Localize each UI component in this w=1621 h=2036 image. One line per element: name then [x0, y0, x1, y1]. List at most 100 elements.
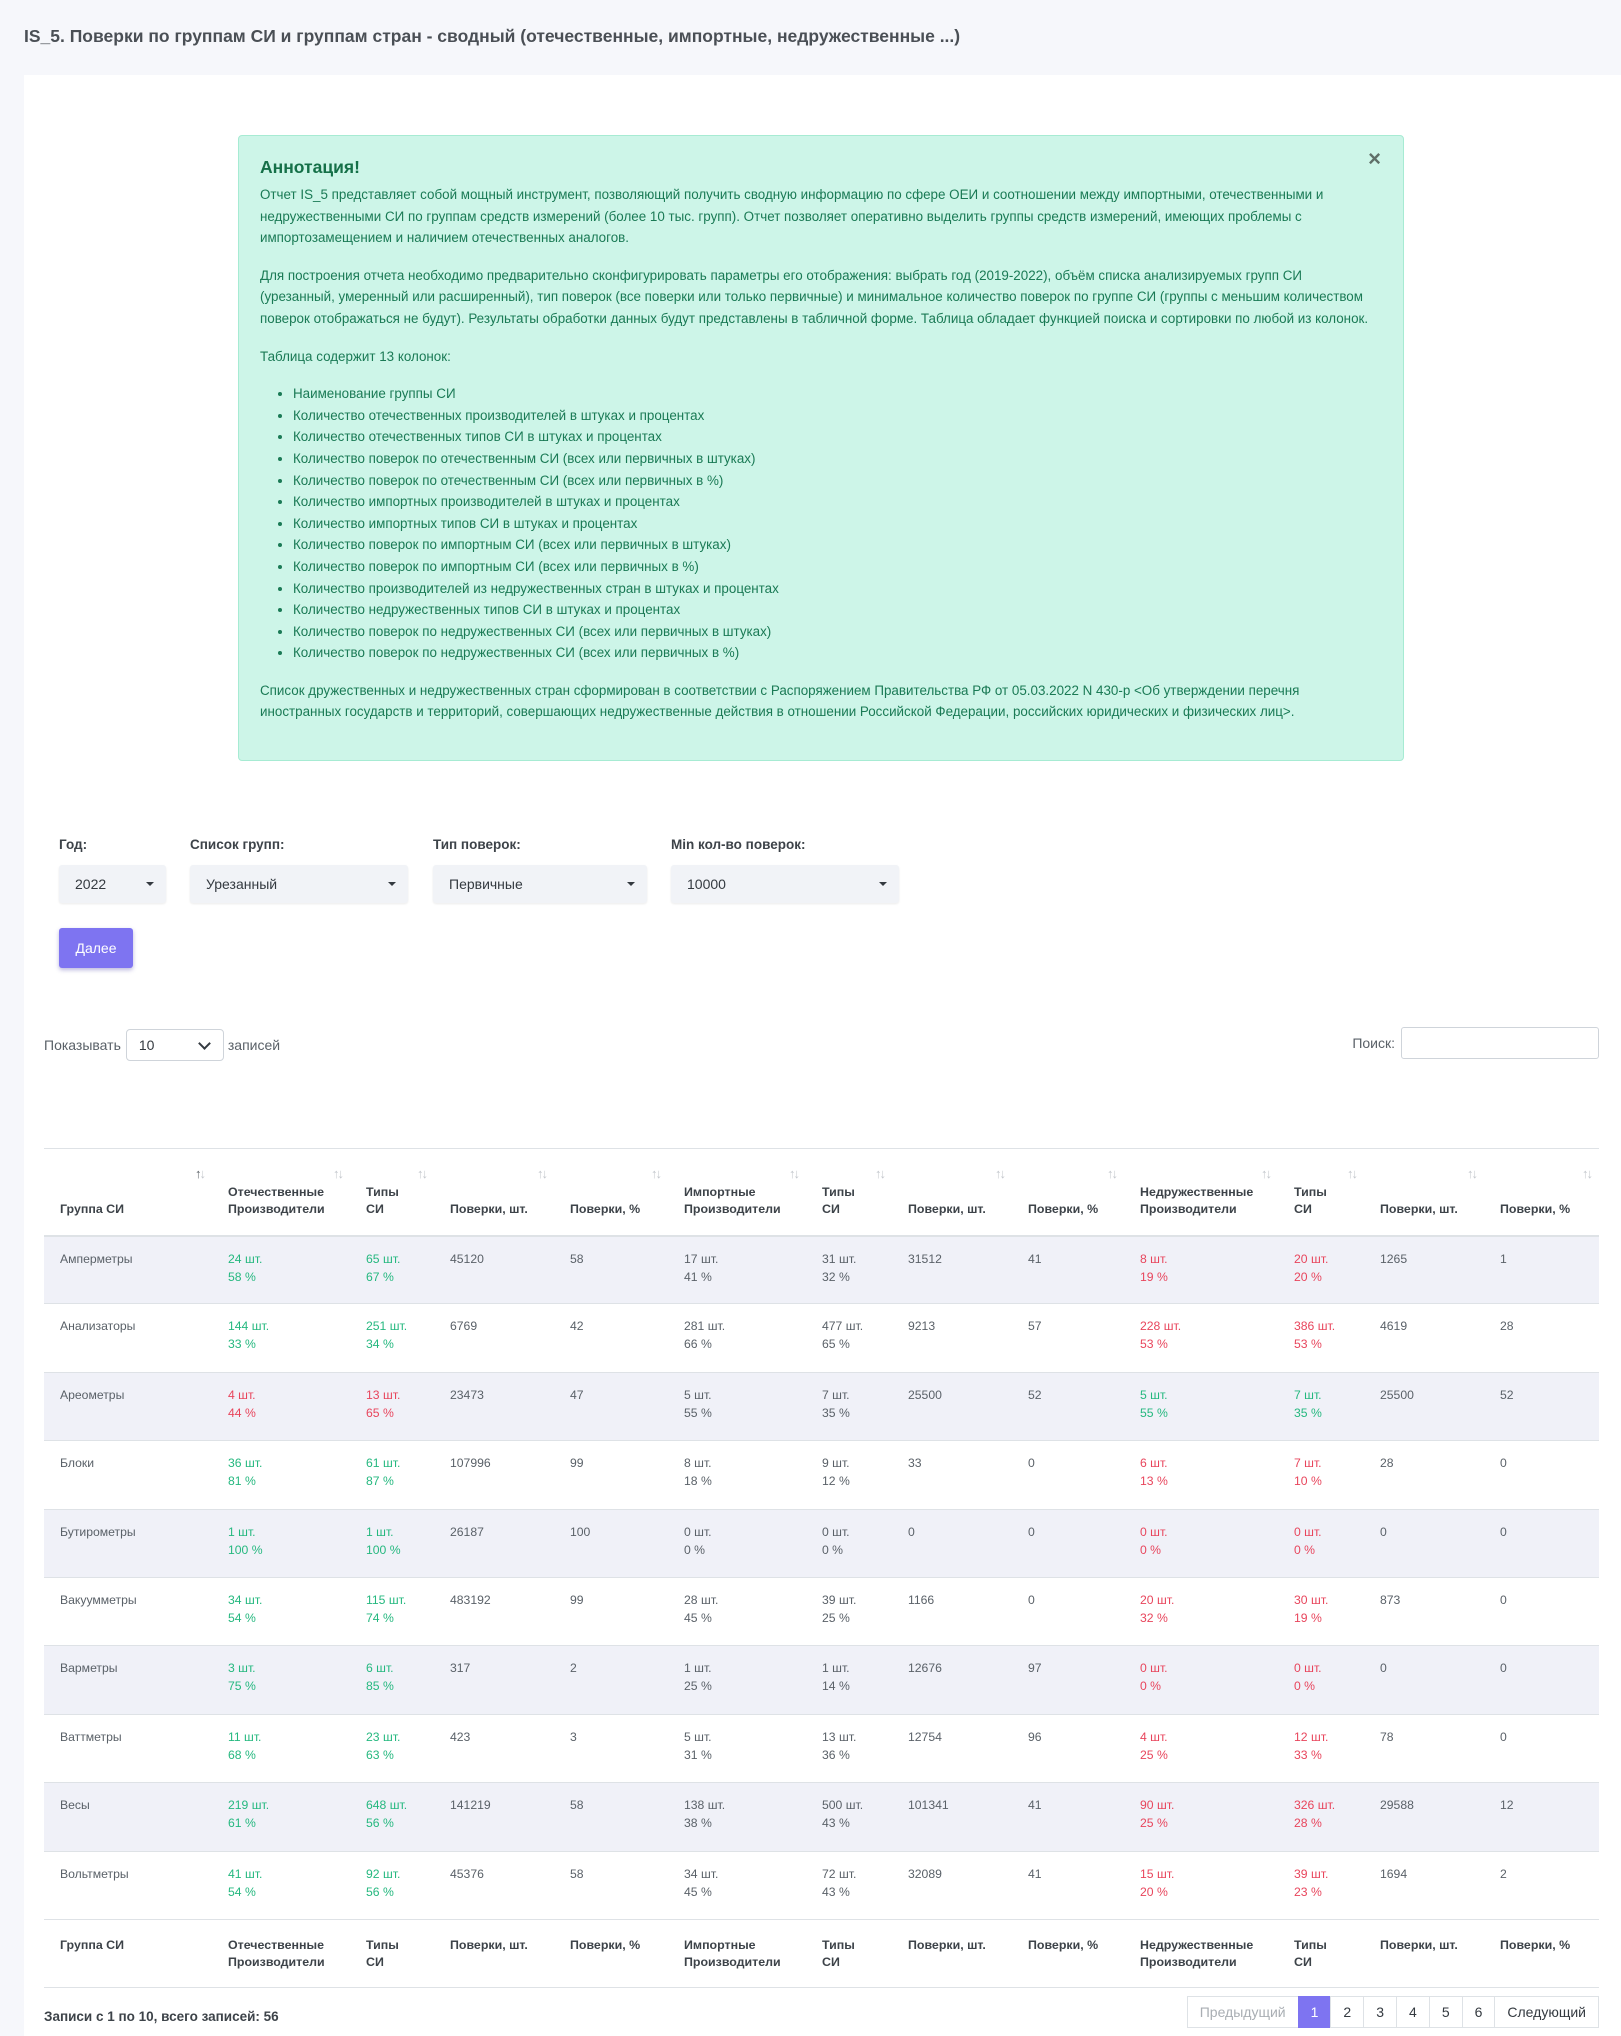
- column-footer: Отечественные Производители: [212, 1919, 350, 1987]
- percent-value: 18 %: [684, 1474, 712, 1489]
- next-page-button[interactable]: Следующий: [1494, 1996, 1599, 2028]
- count-value: 5 шт.: [684, 1387, 712, 1402]
- chevron-down-icon: [197, 1037, 211, 1050]
- count-value: 7 шт.: [822, 1387, 850, 1402]
- count-value: 34 шт.: [684, 1866, 719, 1881]
- count-value: 72 шт.: [822, 1866, 857, 1881]
- percent-value: 0 %: [822, 1542, 844, 1557]
- column-header[interactable]: Поверки, шт. ↑↓: [434, 1149, 554, 1236]
- table-row: Весы 219 шт. 61 % 648 шт. 56 % 141219 58 138 шт…: [44, 1782, 1599, 1852]
- dom-verifications-cell: 26187: [450, 1524, 484, 1539]
- imp-verifications-cell: 12754: [908, 1729, 942, 1744]
- column-header-label: Типы: [822, 1184, 855, 1199]
- type-select[interactable]: Первичные: [433, 865, 647, 903]
- sort-down-icon: ↓: [541, 1166, 548, 1181]
- page-button-3[interactable]: 3: [1363, 1996, 1398, 2028]
- search-input[interactable]: [1401, 1027, 1599, 1059]
- sort-icon: ↑↓: [1347, 1167, 1358, 1180]
- unf-percent-cell: 52: [1500, 1387, 1514, 1402]
- column-header[interactable]: Типы СИ ↑↓: [806, 1149, 892, 1236]
- column-header[interactable]: Недружественные Производители ↑↓: [1124, 1149, 1278, 1236]
- unf-verifications-cell: 29588: [1380, 1798, 1414, 1813]
- imp-verifications-cell: 1166: [908, 1592, 935, 1607]
- list-item: Количество поверок по отечественным СИ (…: [293, 448, 1375, 470]
- annotation-alert: × Аннотация! Отчет IS_5 представляет соб…: [238, 135, 1404, 761]
- column-header[interactable]: Отечественные Производители ↑↓: [212, 1149, 350, 1236]
- close-icon[interactable]: ×: [1368, 148, 1381, 170]
- unf-types-cell: 20 шт. 20 %: [1278, 1236, 1364, 1304]
- column-header[interactable]: Поверки, % ↑↓: [554, 1149, 668, 1236]
- imp-manufacturers-cell: 28 шт. 45 %: [668, 1577, 806, 1645]
- dom-percent-cell: 3: [570, 1729, 577, 1744]
- unf-percent-cell: 28: [1500, 1319, 1514, 1334]
- column-footer: Группа СИ: [44, 1919, 212, 1987]
- next-button[interactable]: Далее: [59, 928, 133, 968]
- column-header[interactable]: Импортные Производители ↑↓: [668, 1149, 806, 1236]
- columns-list: Наименование группы СИКоличество отечест…: [260, 383, 1375, 664]
- groups-label: Список групп:: [190, 837, 285, 852]
- count-value: 6 шт.: [366, 1661, 394, 1676]
- count-value: 24 шт.: [228, 1251, 263, 1266]
- count-value: 4 шт.: [228, 1387, 256, 1402]
- count-value: 4 шт.: [1140, 1729, 1168, 1744]
- unf-verifications-cell: 78: [1380, 1729, 1394, 1744]
- unf-verifications-cell: 4619: [1380, 1319, 1408, 1334]
- prev-page-button[interactable]: Предыдущий: [1186, 1996, 1299, 2028]
- unf-percent-cell: 12: [1500, 1798, 1514, 1813]
- column-header-label: СИ: [366, 1202, 384, 1216]
- percent-value: 38 %: [684, 1816, 712, 1831]
- show-label: Показывать: [44, 1037, 121, 1053]
- unf-types-cell: 326 шт. 28 %: [1278, 1783, 1364, 1851]
- column-header-label: Группа СИ: [60, 1202, 125, 1216]
- pagination: Предыдущий 1 2 3 4 5 6 Следующий: [1186, 1996, 1599, 2028]
- page-button-1[interactable]: 1: [1297, 1996, 1332, 2028]
- column-footer-label: Поверки, %: [1500, 1937, 1571, 1952]
- column-header[interactable]: Поверки, % ↑↓: [1484, 1149, 1599, 1236]
- page-button-4[interactable]: 4: [1396, 1996, 1430, 2028]
- page-button-2[interactable]: 2: [1330, 1996, 1365, 2028]
- column-header[interactable]: Поверки, % ↑↓: [1012, 1149, 1124, 1236]
- count-value: 1 шт.: [366, 1524, 394, 1539]
- unf-verifications-cell: 1265: [1380, 1251, 1408, 1266]
- list-item: Количество поверок по недружественных СИ…: [293, 621, 1375, 643]
- count-value: 61 шт.: [366, 1456, 401, 1471]
- percent-value: 75 %: [228, 1679, 256, 1694]
- column-header-label: Производители: [228, 1202, 325, 1216]
- year-select[interactable]: 2022: [59, 865, 166, 903]
- page-length-select[interactable]: 10: [125, 1029, 224, 1061]
- list-item: Количество отечественных производителей …: [293, 405, 1375, 427]
- count-value: 0 шт.: [1140, 1524, 1168, 1539]
- percent-value: 100 %: [366, 1542, 401, 1557]
- column-header[interactable]: Поверки, шт. ↑↓: [1364, 1149, 1484, 1236]
- type-label: Тип поверок:: [433, 837, 521, 852]
- table-header-row: Группа СИ ↑↓ Отечественные Производители ↑↓ Т…: [44, 1148, 1599, 1236]
- table-row: Вакуумметры 34 шт. 54 % 115 шт. 74 % 483192 99…: [44, 1577, 1599, 1646]
- column-footer-label: Производители: [228, 1955, 325, 1970]
- page-button-5[interactable]: 5: [1428, 1996, 1463, 2028]
- table-row: Ареометры 4 шт. 44 % 13 шт. 65 % 23473 47 5 шт.…: [44, 1372, 1599, 1441]
- list-item: Количество импортных производителей в шт…: [293, 491, 1375, 513]
- dom-types-cell: 648 шт. 56 %: [350, 1783, 434, 1851]
- column-header-label: Поверки, шт.: [1380, 1202, 1458, 1216]
- groups-select[interactable]: Урезанный: [190, 865, 408, 903]
- dom-percent-cell: 58: [570, 1798, 584, 1813]
- column-header[interactable]: Группа СИ ↑↓: [44, 1149, 212, 1236]
- column-header[interactable]: Поверки, шт. ↑↓: [892, 1149, 1012, 1236]
- column-header[interactable]: Типы СИ ↑↓: [350, 1149, 434, 1236]
- count-value: 7 шт.: [1294, 1456, 1322, 1471]
- unf-percent-cell: 2: [1500, 1866, 1507, 1881]
- min-select[interactable]: 10000: [671, 865, 899, 903]
- column-header[interactable]: Типы СИ ↑↓: [1278, 1149, 1364, 1236]
- percent-value: 45 %: [684, 1884, 712, 1899]
- percent-value: 58 %: [228, 1269, 256, 1284]
- percent-value: 0 %: [1294, 1679, 1316, 1694]
- unf-manufacturers-cell: 8 шт. 19 %: [1124, 1236, 1278, 1304]
- page-button-6[interactable]: 6: [1461, 1996, 1496, 2028]
- imp-verifications-cell: 9213: [908, 1319, 936, 1334]
- imp-verifications-cell: 32089: [908, 1866, 942, 1881]
- column-footer: Поверки, шт.: [434, 1919, 554, 1987]
- sort-icon: ↑↓: [651, 1167, 662, 1180]
- unf-manufacturers-cell: 6 шт. 13 %: [1124, 1441, 1278, 1509]
- percent-value: 31 %: [684, 1747, 712, 1762]
- column-header-label: Поверки, %: [570, 1202, 641, 1216]
